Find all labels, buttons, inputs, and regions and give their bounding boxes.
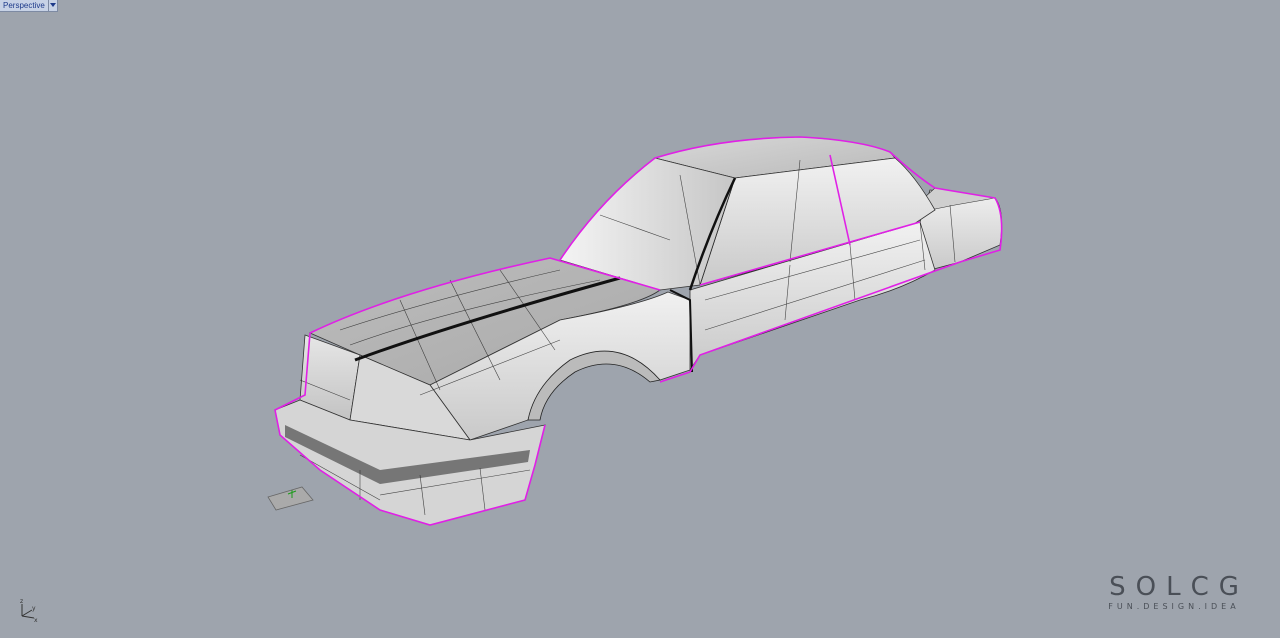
- car-model-scene[interactable]: [0, 0, 1280, 638]
- perspective-viewport[interactable]: Perspective z y x SOLCG FUN.DESIGN.IDEA: [0, 0, 1280, 638]
- world-axis-icon: z y x: [14, 596, 44, 626]
- solcg-watermark: SOLCG FUN.DESIGN.IDEA: [1086, 572, 1262, 611]
- viewport-title-tab[interactable]: Perspective: [0, 0, 58, 12]
- axis-label-z: z: [20, 598, 23, 605]
- viewport-title-label[interactable]: Perspective: [0, 0, 48, 11]
- axis-label-x: x: [34, 617, 38, 624]
- watermark-logo-text: SOLCG: [1109, 572, 1249, 602]
- triangle-down-icon[interactable]: [47, 0, 57, 11]
- watermark-tagline: FUN.DESIGN.IDEA: [1108, 602, 1240, 611]
- axis-label-y: y: [32, 605, 36, 612]
- construction-plane: [267, 486, 314, 511]
